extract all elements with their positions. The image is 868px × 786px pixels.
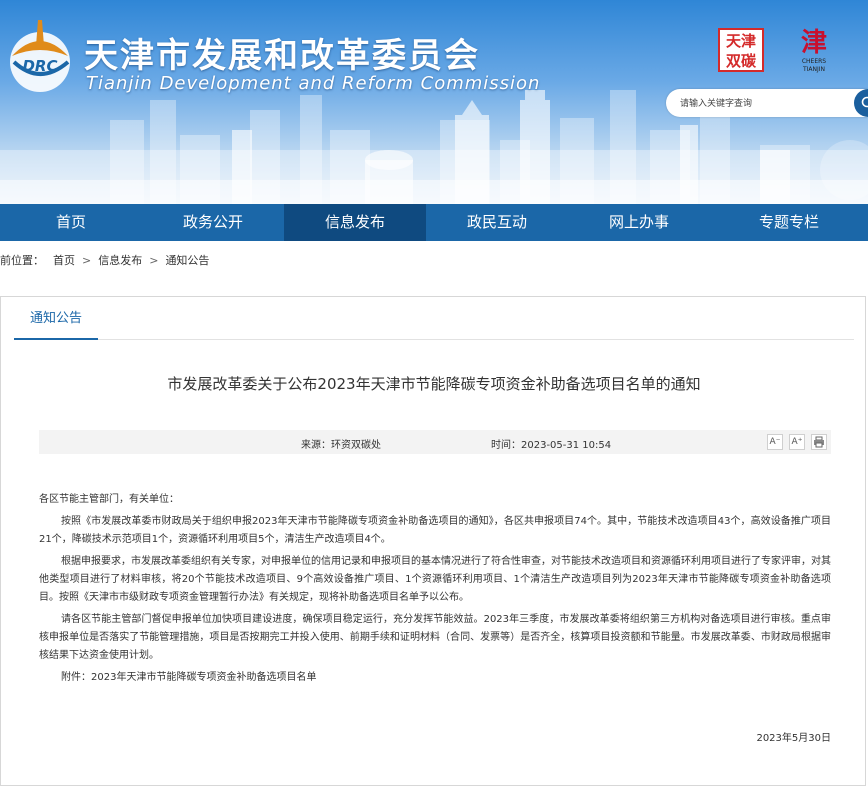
breadcrumb-prefix: 前位置： — [0, 254, 44, 267]
font-smaller-button[interactable]: A⁻ — [767, 434, 783, 450]
main-nav: 首页 政务公开 信息发布 政民互动 网上办事 专题专栏 — [0, 204, 868, 241]
logo-text: DRC — [22, 57, 57, 75]
site-title: 天津市发展和改革委员会 — [84, 28, 480, 77]
article-title: 市发展改革委关于公布2023年天津市节能降碳专项资金补助备选项目名单的通知 — [1, 373, 867, 394]
drc-logo-emblem: DRC — [2, 16, 80, 96]
nav-info-release[interactable]: 信息发布 — [284, 204, 426, 241]
nav-public-interaction[interactable]: 政民互动 — [426, 204, 568, 241]
article-paragraph-3: 请各区节能主管部门督促申报单位加快项目建设进度，确保项目稳定运行，充分发挥节能效… — [39, 611, 831, 665]
cheers-tianjin-caption: CHEERS TIANJIN — [794, 58, 834, 74]
breadcrumb-notices[interactable]: 通知公告 — [165, 254, 209, 267]
print-button[interactable] — [811, 434, 827, 450]
article-paragraph-2: 根据申报要求，市发展改革委组织有关专家，对申报单位的信用记录和申报项目的基本情况… — [39, 553, 831, 607]
search-button[interactable] — [854, 89, 868, 117]
article-source: 来源：环资双碳处 — [301, 436, 381, 451]
header-banner: DRC 天津市发展和改革委员会 Tianjin Development and … — [0, 0, 868, 204]
site-subtitle: Tianjin Development and Reform Commissio… — [86, 73, 540, 94]
article-time: 时间：2023-05-31 10:54 — [491, 436, 611, 451]
breadcrumb: 前位置：首页>信息发布>通知公告 — [0, 252, 209, 268]
tab-bar: 通知公告 — [14, 297, 854, 340]
dual-carbon-seal[interactable]: 天津双碳 — [718, 28, 764, 72]
article-container: 通知公告 市发展改革委关于公布2023年天津市节能降碳专项资金补助备选项目名单的… — [0, 296, 866, 786]
article-paragraph-1: 按照《市发展改革委市财政局关于组织申报2023年天津市节能降碳专项资金补助备选项… — [39, 513, 831, 549]
search-icon — [861, 96, 868, 110]
nav-special-topics[interactable]: 专题专栏 — [710, 204, 868, 241]
article-sign-date: 2023年5月30日 — [756, 729, 831, 744]
cheers-tianjin-glyph: 津 — [794, 28, 834, 58]
nav-home[interactable]: 首页 — [0, 204, 142, 241]
print-icon — [813, 436, 825, 448]
search-box — [666, 89, 868, 117]
nav-online-services[interactable]: 网上办事 — [568, 204, 710, 241]
search-input[interactable] — [678, 94, 852, 114]
article-salutation: 各区节能主管部门，有关单位： — [39, 491, 831, 509]
article-attachment-link[interactable]: 附件：2023年天津市节能降碳专项资金补助备选项目名单 — [39, 669, 831, 687]
breadcrumb-home[interactable]: 首页 — [53, 254, 75, 267]
nav-government-affairs[interactable]: 政务公开 — [142, 204, 284, 241]
seal1-text: 天津双碳 — [725, 31, 757, 71]
breadcrumb-info-release[interactable]: 信息发布 — [98, 254, 142, 267]
font-larger-button[interactable]: A⁺ — [789, 434, 805, 450]
tab-notices[interactable]: 通知公告 — [14, 297, 98, 340]
article-body: 各区节能主管部门，有关单位： 按照《市发展改革委市财政局关于组织申报2023年天… — [39, 491, 831, 691]
cheers-tianjin-logo[interactable]: 津 CHEERS TIANJIN — [794, 28, 834, 74]
article-meta: 来源：环资双碳处 时间：2023-05-31 10:54 A⁻ A⁺ — [39, 430, 831, 454]
